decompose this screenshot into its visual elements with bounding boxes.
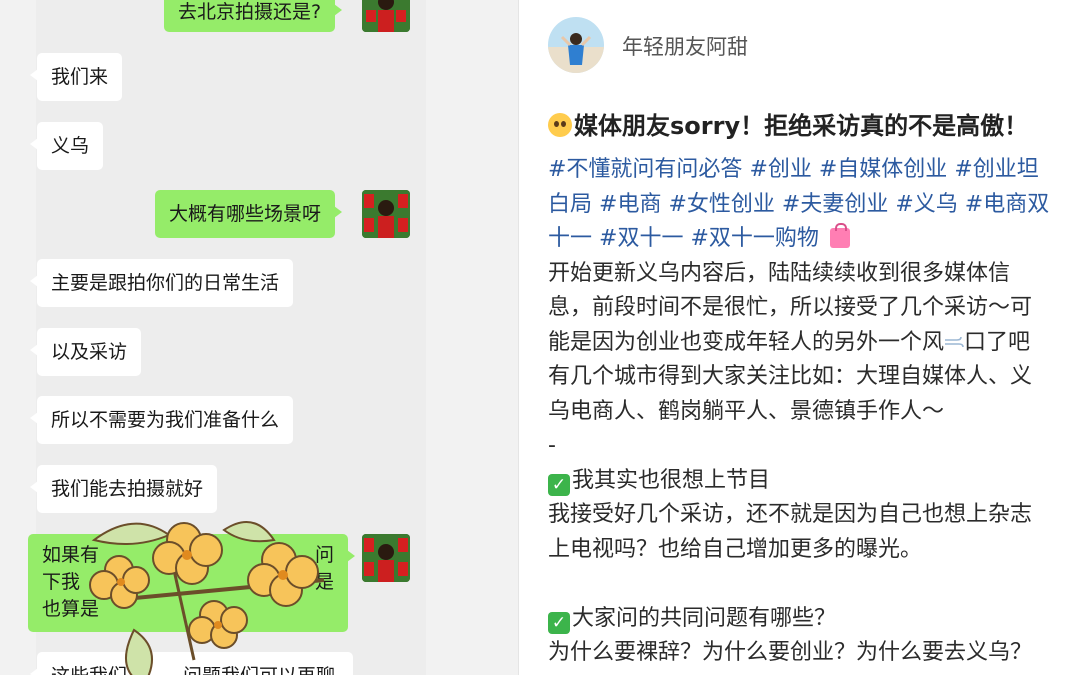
hashtag[interactable]: #义乌 (895, 192, 957, 217)
hashtag[interactable]: #创业 (749, 157, 811, 182)
post-text-line: 开始更新义乌内容后，陆陆续续收到很多媒体信 (548, 260, 1011, 286)
hashtag[interactable]: #夫妻创业 (782, 192, 888, 217)
post-text-line: 能是因为创业也变成年轻人的另外一个风 口了吧 (548, 329, 1031, 355)
wind-icon (945, 336, 964, 347)
post-text-line: - (548, 433, 556, 458)
my-avatar[interactable] (362, 190, 410, 238)
hashtag[interactable]: #自媒体创业 (819, 157, 947, 182)
post-text-line: 息，前段时间不是很忙，所以接受了几个采访～可 (548, 295, 1033, 320)
hashtag[interactable]: #电商 (599, 192, 661, 217)
post-text-line: 上电视吗？也给自己增加更多的曝光。 (548, 536, 923, 562)
hashtag[interactable]: #女性创业 (668, 192, 774, 217)
hashtag[interactable]: #创业坦 (954, 157, 1038, 182)
post-text-line: 乌电商人、鹤岗躺平人、景德镇手作人～ (548, 398, 945, 424)
check-mark-icon: ✓ (548, 611, 570, 634)
post-panel: 年轻朋友阿甜 媒体朋友sorry！拒绝采访真的不是高傲！ #不懂就问有问必答 #… (519, 0, 1080, 675)
post-text-line: 有几个城市得到大家关注比如：大理自媒体人、义 (548, 364, 1033, 389)
post-body: #不懂就问有问必答 #创业 #自媒体创业 #创业坦 白局 #电商 #女性创业 #… (548, 153, 1058, 671)
post-text-line: 为什么要裸辞？为什么要创业？为什么要去义乌？ (548, 640, 1033, 665)
osmanthus-flower-sticker (89, 521, 325, 675)
tag-line: 十一 #双十一 #双十一购物 (548, 222, 1058, 257)
hashtag[interactable]: #不懂就问有问必答 (548, 157, 742, 182)
hashtag[interactable]: #双十一购物 (690, 226, 818, 251)
post-text-line: 我接受好几个采访，还不就是因为自己也想上杂志 (548, 502, 1033, 527)
hashtag[interactable]: #电商双 (965, 192, 1049, 217)
chat-panel: 去北京拍摄还是? 我们来 义乌 大概有哪些场景呀 主要是跟拍你们的日常生活 以及… (0, 0, 518, 675)
my-avatar[interactable] (362, 0, 410, 32)
message-bubble-incoming[interactable]: 我们来 (29, 53, 123, 101)
post-title-text: 媒体朋友sorry！拒绝采访真的不是高傲！ (574, 112, 1029, 140)
hashtag[interactable]: #双十一 (599, 226, 683, 251)
message-bubble-incoming[interactable]: 我们能去拍摄就好 (29, 465, 218, 513)
section-heading: ✓ 我其实也很想上节目 (548, 464, 1058, 499)
message-bubble-incoming[interactable]: 所以不需要为我们准备什么 (29, 396, 294, 444)
message-bubble-incoming[interactable]: 以及采访 (29, 328, 142, 376)
tag-line: #不懂就问有问必答 #创业 #自媒体创业 #创业坦 (548, 153, 1058, 188)
post-title: 媒体朋友sorry！拒绝采访真的不是高傲！ (548, 106, 1028, 141)
author-name[interactable]: 年轻朋友阿甜 (622, 31, 748, 61)
hashtag[interactable]: 十一 (548, 226, 592, 251)
section-heading: ✓ 大家问的共同问题有哪些？ (548, 602, 1058, 637)
check-mark-icon: ✓ (548, 473, 570, 496)
shopping-bag-icon (829, 223, 850, 248)
tag-line: 白局 #电商 #女性创业 #夫妻创业 #义乌 #电商双 (548, 188, 1058, 223)
my-avatar[interactable] (362, 534, 410, 582)
message-bubble-incoming[interactable]: 义乌 (29, 122, 104, 170)
hashtag[interactable]: 白局 (548, 192, 592, 217)
author-avatar[interactable] (548, 17, 604, 73)
message-bubble-incoming[interactable]: 主要是跟拍你们的日常生活 (29, 259, 294, 307)
message-bubble-outgoing[interactable]: 去北京拍摄还是? (164, 0, 343, 32)
message-bubble-outgoing[interactable]: 大概有哪些场景呀 (155, 190, 343, 238)
pleading-face-icon (548, 113, 572, 137)
